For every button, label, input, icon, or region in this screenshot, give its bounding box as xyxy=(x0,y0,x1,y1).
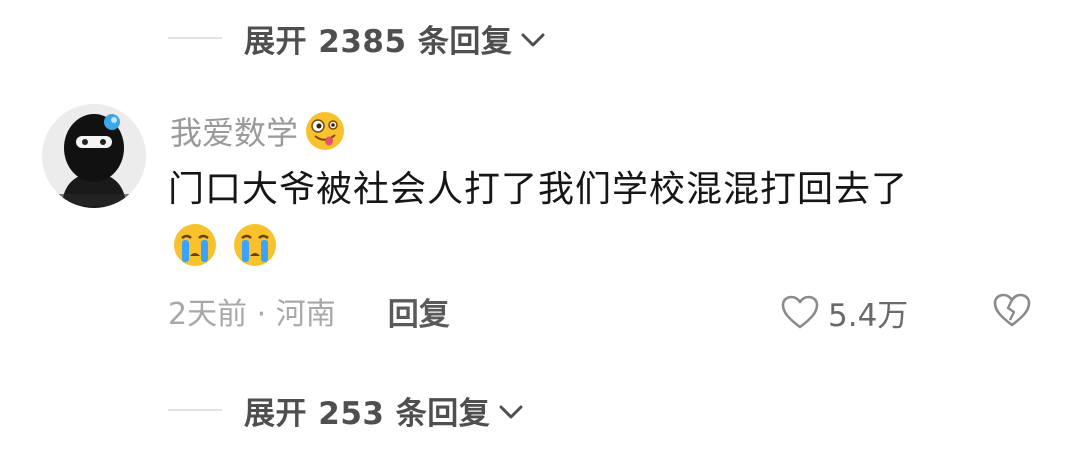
expand-replies-label: 展开 2385 条回复 xyxy=(244,23,513,60)
crying-face-emoji-icon xyxy=(174,224,216,266)
expand-replies-label: 展开 253 条回复 xyxy=(244,395,491,432)
broken-heart-icon xyxy=(993,293,1031,327)
avatar[interactable] xyxy=(42,104,146,208)
comment-meta: 2天前 · 河南 回复 xyxy=(168,286,450,336)
heart-outline-icon xyxy=(781,295,819,329)
like-button[interactable]: 5.4万 xyxy=(780,288,908,336)
comment-text: 门口大爷被社会人打了我们学校混混打回去了 xyxy=(168,169,909,210)
divider-line xyxy=(168,409,222,411)
expand-replies-bottom[interactable]: 展开 253 条回复 xyxy=(168,380,524,440)
divider-line xyxy=(168,37,222,39)
like-count: 5.4万 xyxy=(828,297,909,334)
comment-emojis xyxy=(168,222,282,268)
username-label: 我爱数学 xyxy=(170,114,299,152)
goofy-face-emoji-icon xyxy=(306,112,345,150)
crying-face-emoji-icon xyxy=(234,224,276,266)
chevron-down-icon xyxy=(521,33,545,47)
comment-username[interactable]: 我爱数学 xyxy=(170,108,346,154)
expand-replies-top[interactable]: 展开 2385 条回复 xyxy=(168,8,546,68)
avatar-image xyxy=(42,104,146,208)
comment-time-location: 2天前 · 河南 xyxy=(168,297,336,332)
reply-button[interactable]: 回复 xyxy=(388,289,450,334)
dislike-button[interactable] xyxy=(992,292,1032,332)
chevron-down-icon xyxy=(499,405,523,419)
